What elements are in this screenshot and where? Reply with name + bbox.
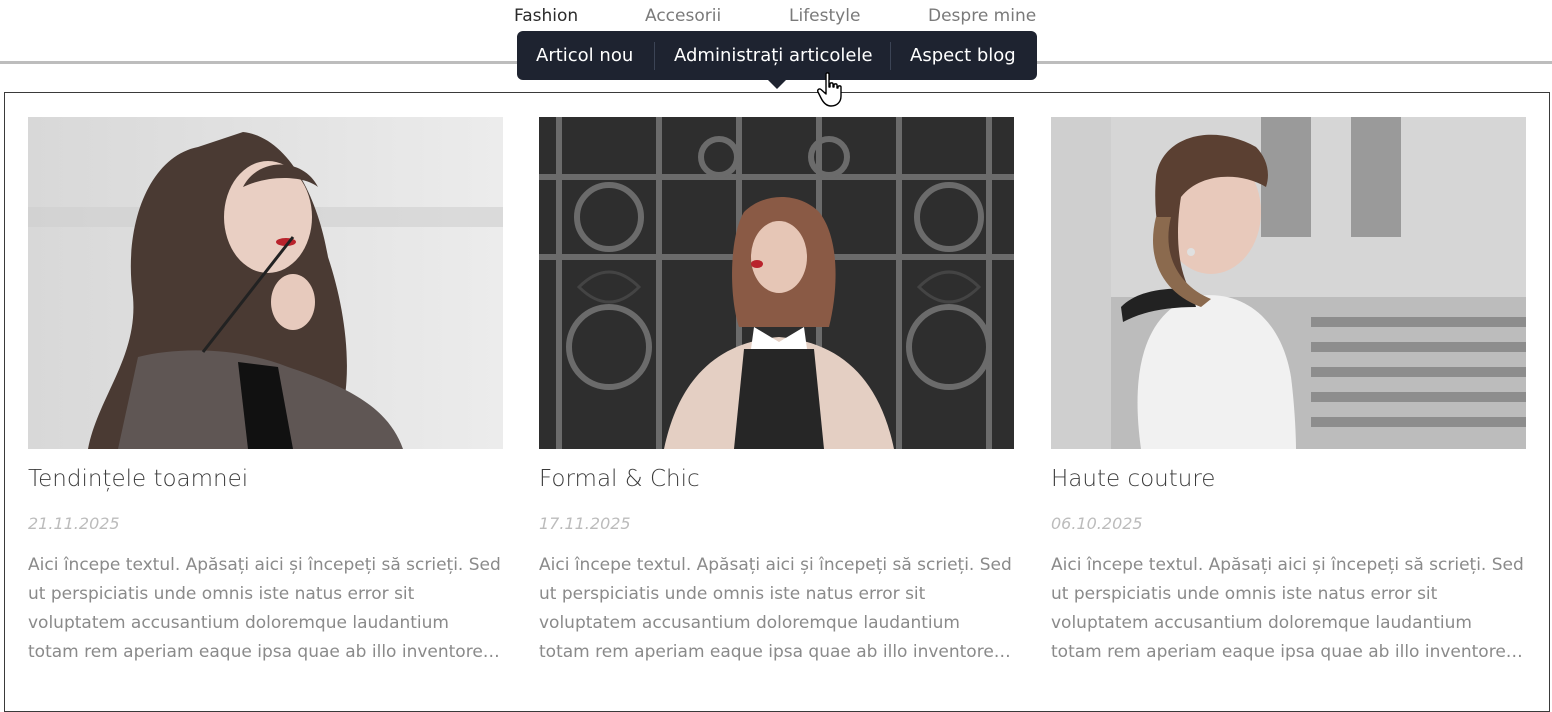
post-excerpt: Aici începe textul. Apăsați aici și înce… — [1051, 555, 1524, 662]
post-title[interactable]: Tendințele toamnei — [28, 466, 248, 492]
nav-item-fashion[interactable]: Fashion — [514, 6, 578, 26]
hand-pointer-cursor-icon — [817, 72, 847, 108]
post-date: 21.11.2025 — [28, 514, 120, 533]
blog-toolbar: Articol nou Administrați articolele Aspe… — [517, 31, 1037, 80]
new-article-button[interactable]: Articol nou — [536, 31, 633, 80]
post-date: 17.11.2025 — [539, 514, 631, 533]
nav-item-accesorii[interactable]: Accesorii — [645, 6, 721, 26]
nav-item-despre-mine[interactable]: Despre mine — [928, 6, 1036, 26]
post-excerpt: Aici începe textul. Apăsați aici și înce… — [28, 555, 501, 662]
post-title[interactable]: Formal & Chic — [539, 466, 700, 492]
toolbar-separator — [654, 42, 655, 70]
post-image-woman-braid-stairs[interactable] — [1051, 117, 1526, 449]
blog-layout-button[interactable]: Aspect blog — [910, 31, 1016, 80]
post-date: 06.10.2025 — [1051, 514, 1143, 533]
post-image-woman-coat[interactable] — [28, 117, 503, 449]
toolbar-pointer-arrow — [768, 80, 786, 89]
nav-item-lifestyle[interactable]: Lifestyle — [789, 6, 860, 26]
toolbar-separator — [890, 42, 891, 70]
post-image-woman-iron-gate[interactable] — [539, 117, 1014, 449]
post-excerpt: Aici începe textul. Apăsați aici și înce… — [539, 555, 1012, 662]
post-title[interactable]: Haute couture — [1051, 466, 1215, 492]
